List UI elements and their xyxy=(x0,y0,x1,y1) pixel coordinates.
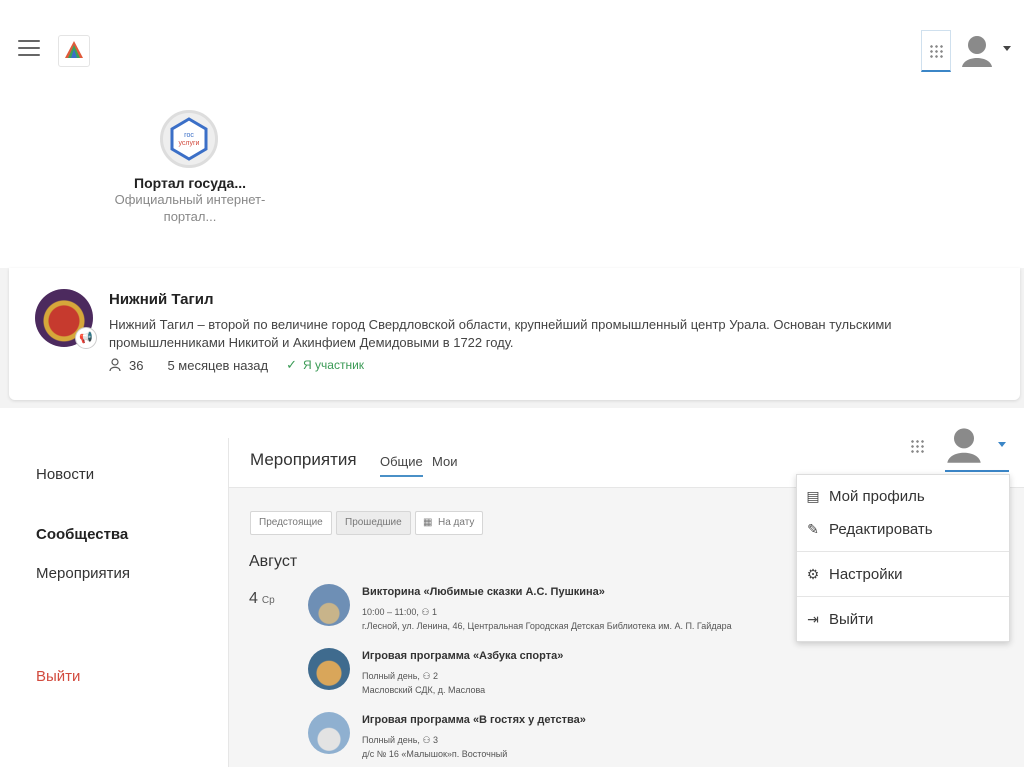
menu-item-label: Мой профиль xyxy=(829,487,925,505)
community-description: Нижний Тагил – второй по величине город … xyxy=(109,317,892,350)
portal-panel: гос услуги Портал госуда... Официальный … xyxy=(0,0,1024,268)
menu-item-edit[interactable]: ✎ Редактировать xyxy=(797,513,1009,545)
community-card[interactable]: 📢 Нижний Тагил Нижний Тагил – второй по … xyxy=(9,268,1020,400)
membership-status[interactable]: Я участник xyxy=(303,358,364,372)
event-title[interactable]: Игровая программа «В гостях у детства» xyxy=(362,714,586,726)
megaphone-icon: 📢 xyxy=(75,327,97,349)
tab-mine[interactable]: Мои xyxy=(432,454,457,475)
members-count: 36 xyxy=(129,357,144,373)
gear-icon: ⚙ xyxy=(806,565,820,582)
event-time: 10:00 – 11:00, ⚇ 1 xyxy=(362,607,437,618)
id-card-icon: ▤ xyxy=(806,487,820,504)
user-icon xyxy=(947,428,981,463)
participants-count: 3 xyxy=(433,735,439,745)
tab-general[interactable]: Общие xyxy=(380,454,423,477)
filter-upcoming[interactable]: Предстоящие xyxy=(250,511,332,535)
user-avatar[interactable] xyxy=(945,425,983,470)
participants-count: 1 xyxy=(432,607,438,617)
day-number: 4 xyxy=(249,590,258,607)
user-avatar[interactable] xyxy=(960,33,994,74)
sidebar-item-logout[interactable]: Выйти xyxy=(36,668,80,685)
event-image[interactable] xyxy=(308,584,350,626)
community-age: 5 месяцев назад xyxy=(167,357,269,373)
event-time-text: Полный день, xyxy=(362,671,420,681)
filter-past[interactable]: Прошедшие xyxy=(336,511,411,535)
grid-icon xyxy=(910,439,925,454)
weekday: Ср xyxy=(261,595,275,606)
gosuslugi-icon: гос услуги xyxy=(170,117,208,161)
participants-count: 2 xyxy=(433,671,439,681)
participants-icon: ⚇ xyxy=(422,735,431,745)
event-time: Полный день, ⚇ 3 xyxy=(362,735,438,746)
logo-icon xyxy=(65,41,83,58)
portal-title[interactable]: Портал госуда... xyxy=(110,175,270,191)
participants-icon: ⚇ xyxy=(422,671,431,681)
menu-item-label: Редактировать xyxy=(829,520,933,538)
chevron-down-icon[interactable] xyxy=(1003,46,1011,51)
apps-grid-button[interactable] xyxy=(921,30,951,72)
event-time-text: 10:00 – 11:00, xyxy=(362,607,419,617)
event-image[interactable] xyxy=(308,648,350,690)
avatar-active-indicator xyxy=(945,470,1009,472)
menu-item-profile[interactable]: ▤ Мой профиль xyxy=(797,480,1009,512)
community-meta: 36 5 месяцев назад ✓ Я участник xyxy=(109,357,364,373)
pencil-icon: ✎ xyxy=(807,520,819,537)
portal-description: Официальный интернет-портал... xyxy=(114,192,266,224)
community-title[interactable]: Нижний Тагил xyxy=(109,291,214,308)
menu-item-settings[interactable]: ⚙ Настройки xyxy=(797,558,1009,590)
user-dropdown-menu: ▤ Мой профиль ✎ Редактировать ⚙ Настройк… xyxy=(796,474,1010,642)
event-place: Масловский СДК, д. Маслова xyxy=(362,685,486,695)
sidebar-item-communities[interactable]: Сообщества xyxy=(36,526,128,543)
day-label: 4 Ср xyxy=(249,590,275,608)
logo-text-2: услуги xyxy=(179,140,200,147)
page-title: Мероприятия xyxy=(250,450,357,469)
menu-item-label: Выйти xyxy=(829,610,874,628)
event-place: г.Лесной, ул. Ленина, 46, Центральная Го… xyxy=(362,621,732,631)
members-icon xyxy=(109,358,121,372)
participants-icon: ⚇ xyxy=(421,607,430,617)
menu-icon[interactable] xyxy=(18,40,40,58)
logo-text-1: гос xyxy=(184,132,194,139)
grid-icon xyxy=(929,44,944,59)
portal-logo[interactable]: гос услуги xyxy=(160,110,218,168)
menu-divider xyxy=(797,551,1009,552)
event-title[interactable]: Викторина «Любимые сказки А.С. Пушкина» xyxy=(362,586,605,598)
event-image[interactable] xyxy=(308,712,350,754)
event-place: д/с № 16 «Малышок»п. Восточный xyxy=(362,749,508,759)
app-logo[interactable] xyxy=(58,35,90,67)
menu-item-logout[interactable]: ⇥ Выйти xyxy=(797,603,1009,635)
sidebar: Новости Сообщества Мероприятия Выйти xyxy=(8,420,228,767)
check-icon: ✓ xyxy=(286,357,298,372)
event-time-text: Полный день, xyxy=(362,735,420,745)
event-title[interactable]: Игровая программа «Азбука спорта» xyxy=(362,650,563,662)
event-time: Полный день, ⚇ 2 xyxy=(362,671,438,682)
filter-by-date[interactable]: ▦ На дату xyxy=(415,511,484,535)
filter-by-date-label: На дату xyxy=(438,517,475,528)
user-icon xyxy=(962,36,992,67)
sidebar-item-news[interactable]: Новости xyxy=(36,466,94,483)
calendar-icon: ▦ xyxy=(423,517,433,528)
menu-item-label: Настройки xyxy=(829,565,903,583)
logout-icon: ⇥ xyxy=(807,610,819,627)
apps-grid-button[interactable] xyxy=(903,426,933,462)
sidebar-item-events[interactable]: Мероприятия xyxy=(36,565,130,582)
community-panel: 📢 Нижний Тагил Нижний Тагил – второй по … xyxy=(0,268,1024,408)
chevron-down-icon[interactable] xyxy=(998,442,1006,447)
menu-divider xyxy=(797,596,1009,597)
month-heading: Август xyxy=(249,553,298,570)
